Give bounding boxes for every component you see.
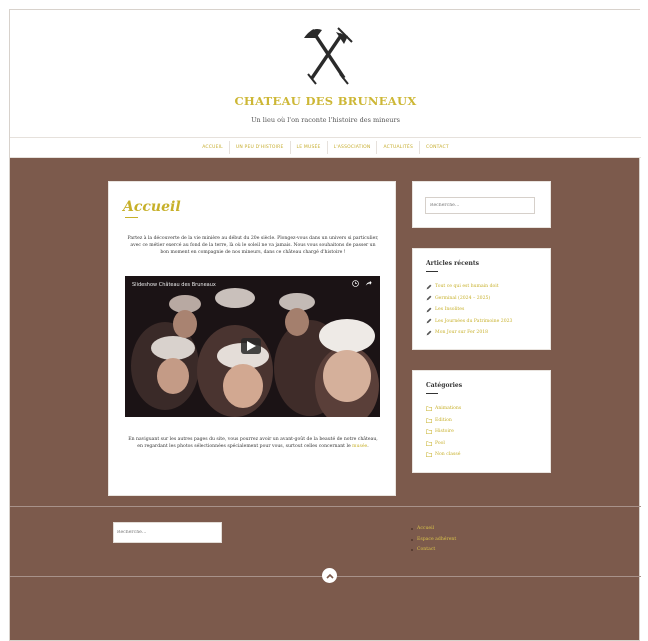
recent-post-item[interactable]: Les Insolites <box>426 304 512 316</box>
category-item[interactable]: Histoire <box>426 426 461 438</box>
nav-item-accueil[interactable]: ACCUEIL <box>196 141 230 154</box>
pencil-icon <box>426 330 432 336</box>
outro-end: . <box>367 443 369 449</box>
video-controls <box>352 280 372 287</box>
widget-divider <box>426 271 438 272</box>
recent-post-item[interactable]: Germinal (2024 – 2025) <box>426 293 512 305</box>
widget-divider <box>426 393 438 394</box>
pencil-icon <box>426 318 432 324</box>
sidebar-search-widget <box>412 181 551 228</box>
recent-posts-list: Tout ce qui est humain doit Germinal (20… <box>426 281 512 339</box>
category-label[interactable]: Animations <box>435 403 461 415</box>
recent-post-label[interactable]: Les Journées du Patrimoine 2023 <box>435 316 512 328</box>
category-label[interactable]: Histoire <box>435 426 454 438</box>
crossed-shovel-pickaxe-icon[interactable] <box>300 26 354 86</box>
folder-icon <box>426 429 432 435</box>
folder-icon <box>426 418 432 423</box>
category-item[interactable]: Animations <box>426 403 461 415</box>
play-icon <box>247 341 256 351</box>
back-to-top-button[interactable] <box>322 568 337 583</box>
categories-title: Catégories <box>426 382 463 389</box>
recent-post-item[interactable]: Tout ce qui est humain doit <box>426 281 512 293</box>
folder-icon <box>426 406 432 412</box>
footer-link[interactable]: Contact <box>411 545 456 556</box>
recent-post-label[interactable]: Mon Jour sur Fer 2018 <box>435 327 488 339</box>
pencil-icon <box>426 307 432 313</box>
category-item[interactable]: Pool <box>426 438 461 450</box>
video-player[interactable]: Slideshow Château des Bruneaux <box>125 276 380 417</box>
main-nav: ACCUEIL UN PEU D'HISTOIRE LE MUSÉE L'ASS… <box>10 137 641 158</box>
footer-links: Accueil Espace adhérent Contact <box>411 524 456 556</box>
category-item[interactable]: Edition <box>426 415 461 427</box>
intro-text: Partez à la découverte de la vie minière… <box>127 236 379 255</box>
nav-item-histoire[interactable]: UN PEU D'HISTOIRE <box>230 141 291 154</box>
folder-icon <box>426 441 432 446</box>
recent-post-item[interactable]: Les Journées du Patrimoine 2023 <box>426 316 512 328</box>
category-item[interactable]: Non classé <box>426 449 461 461</box>
title-divider <box>125 217 138 218</box>
nav-item-musee[interactable]: LE MUSÉE <box>291 141 328 154</box>
museum-link[interactable]: musée <box>352 444 367 449</box>
footer-search-input[interactable] <box>113 522 222 543</box>
site-header: CHATEAU DES BRUNEAUX Un lieu où l'on rac… <box>10 10 641 137</box>
category-label[interactable]: Edition <box>435 415 452 427</box>
footer-top-divider <box>10 506 641 507</box>
pencil-icon <box>426 295 432 301</box>
footer-link[interactable]: Accueil <box>411 524 456 535</box>
chevron-up-icon <box>325 573 334 579</box>
main-content-card: Accueil Partez à la découverte de la vie… <box>108 181 396 496</box>
nav-item-actualites[interactable]: ACTUALITÉS <box>377 141 421 154</box>
share-icon[interactable] <box>365 280 372 287</box>
recent-post-label[interactable]: Les Insolites <box>435 304 464 316</box>
sidebar-search-input[interactable] <box>425 197 535 214</box>
recent-posts-widget: Articles récents Tout ce qui est humain … <box>412 248 551 350</box>
page-frame: CHATEAU DES BRUNEAUX Un lieu où l'on rac… <box>9 9 641 641</box>
folder-icon <box>426 452 432 458</box>
outro-body: En naviguant sur les autres pages du sit… <box>128 437 378 449</box>
play-button[interactable] <box>241 338 261 354</box>
video-title: Slideshow Château des Bruneaux <box>132 282 216 288</box>
recent-post-item[interactable]: Mon Jour sur Fer 2018 <box>426 327 512 339</box>
categories-widget: Catégories Animations Edition Histoire P… <box>412 370 551 473</box>
site-tagline: Un lieu où l'on raconte l'histoire des m… <box>251 116 400 124</box>
footer-link[interactable]: Espace adhérent <box>411 535 456 546</box>
category-label[interactable]: Pool <box>435 438 445 450</box>
nav-item-contact[interactable]: CONTACT <box>420 141 455 154</box>
pencil-icon <box>426 284 432 290</box>
recent-post-label[interactable]: Germinal (2024 – 2025) <box>435 293 490 305</box>
categories-list: Animations Edition Histoire Pool Non cla… <box>426 403 461 461</box>
page-title: Accueil <box>123 199 181 215</box>
recent-post-label[interactable]: Tout ce qui est humain doit <box>435 281 499 293</box>
site-title[interactable]: CHATEAU DES BRUNEAUX <box>10 94 641 108</box>
recent-posts-title: Articles récents <box>426 260 480 267</box>
outro-text: En naviguant sur les autres pages du sit… <box>127 437 379 451</box>
nav-item-association[interactable]: L'ASSOCIATION <box>328 141 378 154</box>
category-label[interactable]: Non classé <box>435 449 460 461</box>
clock-icon[interactable] <box>352 280 359 287</box>
